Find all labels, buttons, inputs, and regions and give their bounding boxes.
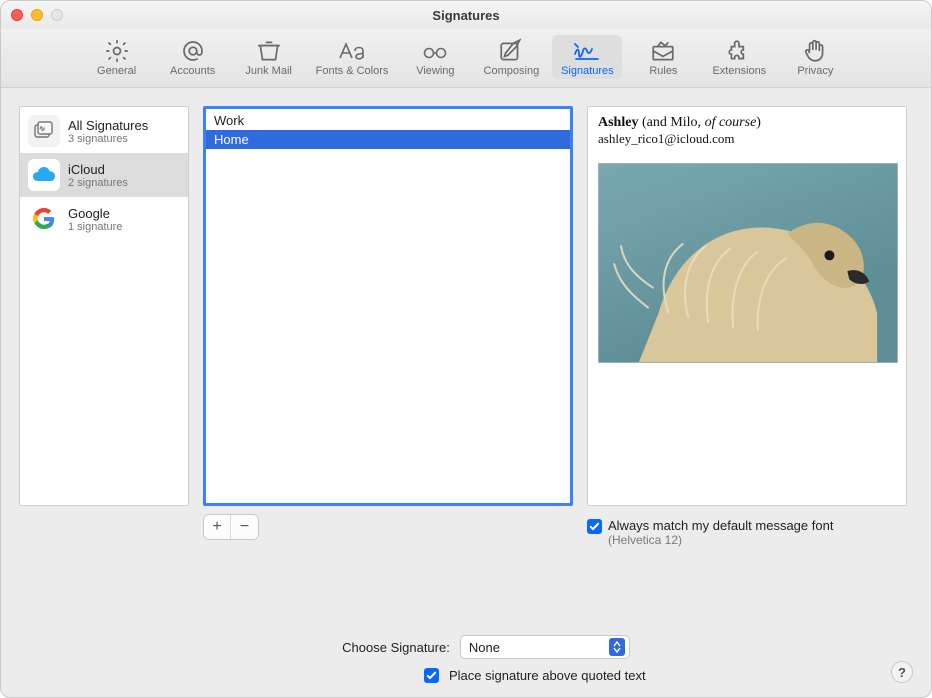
tab-general[interactable]: General (82, 35, 152, 79)
hand-icon (800, 38, 830, 64)
tab-accounts[interactable]: Accounts (158, 35, 228, 79)
footer: Choose Signature: None Place signature a… (1, 627, 931, 697)
tab-privacy[interactable]: Privacy (780, 35, 850, 79)
choose-signature-label: Choose Signature: (342, 640, 450, 655)
signatures-stack-icon (28, 115, 60, 147)
match-font-option[interactable]: Always match my default message font (He… (587, 518, 907, 547)
preferences-window: Signatures General Accounts Junk Mail F (0, 0, 932, 698)
signature-item-home[interactable]: Home (206, 130, 570, 149)
match-font-sublabel: (Helvetica 12) (608, 533, 833, 547)
rules-icon (648, 38, 678, 64)
match-font-checkbox[interactable] (587, 519, 602, 534)
at-icon (178, 38, 208, 64)
account-title: All Signatures (68, 118, 148, 133)
tab-rules[interactable]: Rules (628, 35, 698, 79)
compose-icon (496, 38, 526, 64)
tab-fonts-colors[interactable]: Fonts & Colors (310, 35, 395, 79)
signature-name-bold: Ashley (598, 115, 638, 130)
account-title: Google (68, 206, 122, 221)
titlebar: Signatures (1, 1, 931, 29)
account-icloud[interactable]: iCloud 2 signatures (20, 153, 188, 197)
choose-signature-row: Choose Signature: None (59, 635, 913, 659)
signature-name-line: Ashley (and Milo, of course) (598, 115, 896, 131)
tab-label: Accounts (170, 65, 215, 77)
add-signature-button[interactable]: + (204, 515, 231, 539)
select-arrows-icon (609, 638, 625, 656)
tab-label: Signatures (561, 65, 614, 77)
preview-column: Ashley (and Milo, of course) ashley_rico… (587, 106, 907, 619)
account-subtitle: 2 signatures (68, 177, 128, 189)
tab-label: Junk Mail (245, 65, 291, 77)
match-font-label: Always match my default message font (608, 518, 833, 533)
add-remove-buttons: + − (203, 514, 259, 540)
signature-list-column: Work Home + − (203, 106, 573, 619)
account-subtitle: 3 signatures (68, 133, 148, 145)
trash-icon (254, 38, 284, 64)
gear-icon (102, 38, 132, 64)
account-all-signatures[interactable]: All Signatures 3 signatures (20, 109, 188, 153)
choose-signature-value: None (469, 640, 500, 655)
signature-name-italic: of course (705, 115, 757, 130)
account-title: iCloud (68, 162, 128, 177)
remove-signature-button[interactable]: − (231, 515, 258, 539)
tab-label: General (97, 65, 136, 77)
tab-label: Fonts & Colors (316, 65, 389, 77)
signature-preview[interactable]: Ashley (and Milo, of course) ashley_rico… (587, 106, 907, 506)
place-above-label: Place signature above quoted text (449, 668, 646, 683)
preferences-toolbar: General Accounts Junk Mail Fonts & Color… (1, 29, 931, 88)
signature-email: ashley_rico1@icloud.com (598, 131, 896, 147)
tab-label: Rules (649, 65, 677, 77)
tab-signatures[interactable]: Signatures (552, 35, 622, 79)
account-subtitle: 1 signature (68, 221, 122, 233)
tab-label: Extensions (712, 65, 766, 77)
signature-image (598, 163, 898, 363)
place-above-checkbox[interactable] (424, 668, 439, 683)
icloud-icon (28, 159, 60, 191)
signature-name-tail: ) (756, 115, 761, 130)
tab-extensions[interactable]: Extensions (704, 35, 774, 79)
tab-label: Privacy (797, 65, 833, 77)
tab-label: Composing (484, 65, 540, 77)
fonts-icon (337, 38, 367, 64)
tab-junk-mail[interactable]: Junk Mail (234, 35, 304, 79)
place-above-row[interactable]: Place signature above quoted text (19, 667, 913, 683)
signature-item-work[interactable]: Work (206, 111, 570, 130)
tab-viewing[interactable]: Viewing (400, 35, 470, 79)
signature-name-rest: (and Milo, (638, 115, 704, 130)
signature-list[interactable]: Work Home (203, 106, 573, 506)
account-google[interactable]: Google 1 signature (20, 197, 188, 241)
puzzle-icon (724, 38, 754, 64)
choose-signature-select[interactable]: None (460, 635, 630, 659)
glasses-icon (420, 38, 450, 64)
tab-composing[interactable]: Composing (476, 35, 546, 79)
help-button[interactable]: ? (891, 661, 913, 683)
content-area: All Signatures 3 signatures iCloud 2 sig… (1, 88, 931, 627)
google-icon (28, 203, 60, 235)
window-title: Signatures (1, 8, 931, 23)
signature-icon (572, 38, 602, 64)
accounts-list[interactable]: All Signatures 3 signatures iCloud 2 sig… (19, 106, 189, 506)
tab-label: Viewing (416, 65, 454, 77)
